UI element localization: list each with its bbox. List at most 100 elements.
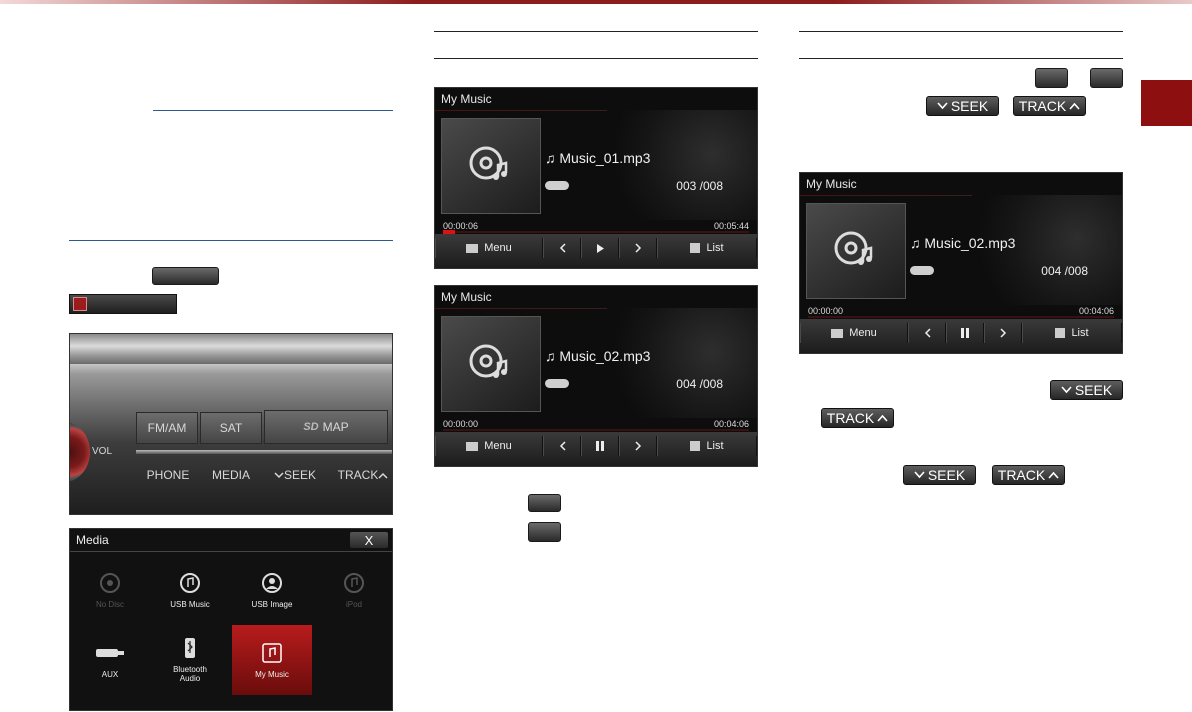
ipod-icon [344, 572, 364, 593]
menu-grid-icon [466, 441, 479, 451]
progress-track [808, 316, 1114, 318]
track-button[interactable]: TRACK [332, 460, 392, 490]
small-hard-button [1035, 68, 1068, 88]
chevron-right-icon [634, 243, 641, 253]
small-hard-button [528, 494, 561, 512]
usb-image-icon [262, 572, 282, 593]
prev-button[interactable] [543, 436, 581, 456]
elapsed-time: 00:00:00 [808, 306, 844, 316]
chapter-side-tab [1141, 80, 1192, 126]
total-time: 00:05:44 [713, 221, 749, 231]
fm-am-button[interactable]: FM/AM [136, 412, 198, 444]
top-accent-bar [0, 0, 1192, 4]
list-icon [690, 243, 701, 253]
menu-button[interactable]: Menu [435, 238, 543, 258]
list-icon [1055, 328, 1066, 338]
track-count: 004 /008 [676, 377, 723, 391]
control-bar: Menu List [800, 319, 1122, 353]
seek-key: SEEK [1050, 380, 1123, 400]
menu-divider [70, 551, 392, 552]
seek-button[interactable]: SEEK [262, 460, 328, 490]
my-music-screen-2: My Music ♫ Music_02.mp3 004 /008 00:00:0… [434, 285, 758, 467]
menu-button[interactable]: Menu [435, 436, 543, 456]
menu-item-usb-music[interactable]: USB Music [150, 555, 230, 625]
menu-grid-icon [831, 328, 844, 338]
pause-icon [961, 328, 969, 338]
music-note-icon [73, 297, 87, 311]
screen-title: My Music [441, 92, 492, 106]
next-button[interactable] [984, 323, 1022, 343]
panel-top-trim [70, 334, 392, 364]
bluetooth-audio-icon [185, 638, 195, 658]
seek-key: SEEK [903, 465, 976, 485]
map-label: MAP [322, 420, 349, 434]
chevron-up-icon [1069, 102, 1080, 110]
track-key: TRACK [1013, 96, 1086, 116]
menu-item-no-disc: No Disc [70, 555, 150, 625]
screen-title: My Music [441, 290, 492, 304]
small-hard-button [1090, 68, 1123, 88]
head-unit-panel: VOL FM/AM SAT SD MAP PHONE MEDIA SEEK TR… [69, 333, 393, 515]
prev-button[interactable] [543, 238, 581, 258]
play-icon [597, 243, 604, 253]
usb-music-icon [180, 572, 200, 593]
section-rule [799, 58, 1123, 59]
media-menu-title: Media [76, 533, 109, 547]
menu-item-my-music[interactable]: My Music [232, 625, 312, 695]
menu-item-aux[interactable]: AUX [70, 625, 150, 695]
seek-key: SEEK [926, 96, 999, 116]
volume-knob[interactable] [70, 422, 90, 482]
my-music-menu-bar [69, 294, 177, 314]
screen-title: My Music [806, 177, 857, 191]
list-icon [690, 441, 701, 451]
section-divider [153, 110, 393, 111]
pause-icon [596, 441, 604, 451]
next-button[interactable] [619, 436, 657, 456]
menu-grid-icon [466, 243, 479, 253]
album-art [441, 118, 541, 214]
chevron-left-icon [559, 243, 566, 253]
chevron-down-icon [937, 102, 948, 110]
phone-button[interactable]: PHONE [136, 460, 200, 490]
chevron-down-icon [274, 471, 284, 478]
sat-button[interactable]: SAT [200, 412, 262, 444]
next-button[interactable] [619, 238, 657, 258]
map-button[interactable]: SD MAP [264, 410, 388, 444]
track-key: TRACK [821, 408, 894, 428]
menu-item-ipod: iPod [314, 555, 392, 625]
section-rule [799, 31, 1123, 32]
menu-item-usb-image[interactable]: USB Image [232, 555, 312, 625]
small-hard-button [528, 522, 561, 542]
list-button[interactable]: List [657, 238, 757, 258]
chevron-left-icon [924, 328, 931, 338]
list-button[interactable]: List [657, 436, 757, 456]
disc-music-icon [469, 344, 508, 378]
pause-button[interactable] [946, 323, 984, 343]
control-bar: Menu List [435, 432, 757, 466]
song-title: ♫ Music_02.mp3 [910, 235, 1016, 251]
chevron-down-icon [1061, 386, 1072, 394]
elapsed-time: 00:00:00 [443, 419, 479, 429]
track-count: 003 /008 [676, 179, 723, 193]
progress-track [443, 231, 749, 233]
menu-item-bluetooth-audio[interactable]: Bluetooth Audio [150, 625, 230, 695]
pause-button[interactable] [581, 436, 619, 456]
media-button[interactable]: MEDIA [200, 460, 262, 490]
track-key: TRACK [992, 465, 1065, 485]
disc-music-icon [469, 146, 508, 180]
my-music-screen-3: My Music ♫ Music_02.mp3 004 /008 00:00:0… [799, 172, 1123, 354]
play-button[interactable] [581, 238, 619, 258]
format-badge [545, 379, 569, 388]
chevron-down-icon [914, 471, 925, 479]
section-rule [434, 31, 758, 32]
close-button[interactable]: X [350, 532, 388, 548]
track-count: 004 /008 [1041, 264, 1088, 278]
sd-logo: SD [303, 421, 319, 433]
prev-button[interactable] [908, 323, 946, 343]
chevron-up-icon [877, 414, 888, 422]
list-button[interactable]: List [1022, 323, 1122, 343]
menu-button[interactable]: Menu [800, 323, 908, 343]
aux-icon [96, 648, 124, 657]
disc-music-icon [834, 231, 873, 265]
format-badge [545, 181, 569, 190]
